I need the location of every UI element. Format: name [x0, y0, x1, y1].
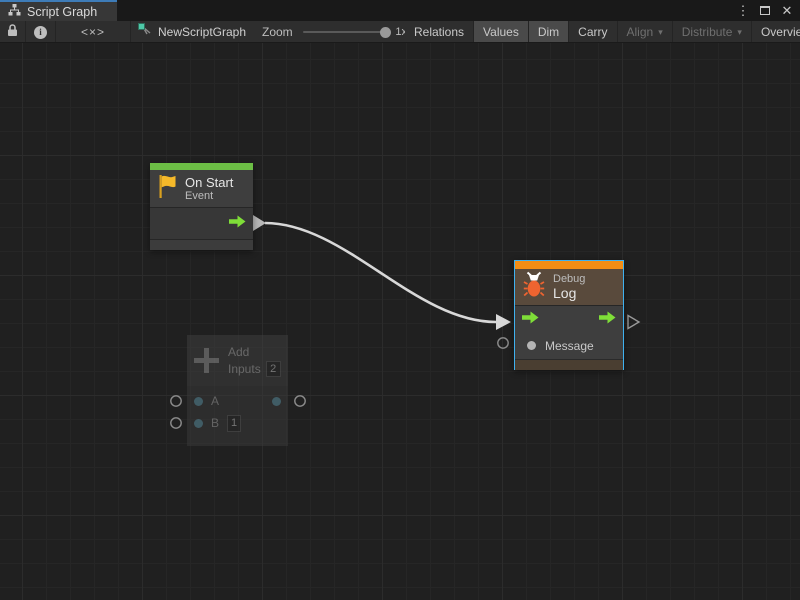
node-footer [150, 240, 253, 250]
carry-button[interactable]: Carry [569, 21, 617, 43]
node-title: On Start [185, 175, 233, 190]
node-footer [515, 359, 623, 370]
lock-icon [7, 24, 18, 40]
log-trigger-input-arrowhead [496, 314, 511, 330]
graph-hierarchy-icon [8, 3, 21, 21]
distribute-dropdown[interactable]: Distribute ▾ [673, 21, 752, 43]
zoom-slider[interactable] [303, 31, 390, 33]
sum-output-port[interactable] [272, 397, 281, 406]
input-b-label: B [211, 416, 219, 430]
info-button[interactable]: i [26, 21, 56, 43]
log-message-port-ring[interactable] [498, 338, 508, 348]
event-color-bar [150, 163, 253, 170]
kebab-menu-icon[interactable]: ⋮ [734, 2, 752, 20]
wire-layer [0, 43, 800, 600]
relations-button[interactable]: Relations [405, 21, 474, 43]
input-a-label: A [211, 394, 219, 408]
bug-icon [523, 271, 545, 303]
graph-canvas[interactable]: On Start Event [0, 43, 800, 600]
maximize-icon[interactable] [756, 2, 774, 20]
values-button[interactable]: Values [474, 21, 529, 43]
script-graph-window: Script Graph ⋮ ✕ i <×> [0, 0, 800, 600]
trigger-output-arrow-icon[interactable] [229, 215, 246, 233]
tab-bar: Script Graph ⋮ ✕ [0, 0, 800, 21]
graph-reference[interactable]: NewScriptGraph [138, 21, 246, 43]
overview-button[interactable]: Overview [752, 21, 800, 43]
add-b-port-ring[interactable] [171, 418, 181, 428]
tab-script-graph[interactable]: Script Graph [0, 0, 117, 21]
graph-toolbar: i <×> NewScriptGraph Zoom 1x Relation [0, 21, 800, 43]
code-view-button[interactable]: <×> [56, 21, 131, 43]
trigger-output-arrow-icon[interactable] [599, 311, 616, 329]
node-add[interactable]: Add Inputs 2 A B 1 [187, 335, 288, 446]
chevron-down-icon: ▾ [737, 27, 742, 38]
log-trigger-output-port[interactable] [628, 316, 639, 329]
wire-onstart-to-log[interactable] [265, 223, 496, 322]
zoom-control: Zoom 1x [262, 21, 407, 43]
inputs-count-field[interactable]: 2 [266, 361, 281, 377]
code-icon: <×> [81, 25, 105, 39]
add-a-port-ring[interactable] [171, 396, 181, 406]
align-dropdown[interactable]: Align ▾ [618, 21, 673, 43]
node-on-start[interactable]: On Start Event [150, 163, 253, 250]
message-port-label: Message [545, 339, 594, 353]
node-title: Log [553, 286, 585, 301]
onstart-trigger-output-port[interactable] [253, 215, 266, 231]
tab-title: Script Graph [27, 5, 97, 19]
plus-icon [194, 348, 219, 373]
chevron-down-icon: ▾ [658, 27, 663, 38]
zoom-label: Zoom [262, 25, 293, 39]
flag-icon [158, 174, 177, 204]
node-title: Add [228, 345, 281, 360]
node-debug-log[interactable]: Debug Log Message [514, 260, 624, 370]
lock-button[interactable] [0, 21, 26, 43]
dim-button[interactable]: Dim [529, 21, 569, 43]
input-b-port[interactable] [194, 419, 203, 428]
trigger-input-arrow-icon[interactable] [522, 311, 539, 329]
window-controls: ⋮ ✕ [734, 0, 796, 21]
debug-color-bar [515, 261, 623, 269]
info-icon: i [34, 26, 47, 39]
close-icon[interactable]: ✕ [778, 2, 796, 20]
message-input-port[interactable] [527, 341, 536, 350]
inputs-label: Inputs [228, 362, 261, 376]
script-graph-asset-icon [138, 23, 152, 41]
input-b-value-field[interactable]: 1 [227, 415, 241, 432]
add-output-port-ring[interactable] [295, 396, 305, 406]
zoom-slider-handle[interactable] [380, 27, 391, 38]
node-subtitle: Event [185, 190, 233, 203]
graph-name: NewScriptGraph [158, 25, 246, 39]
input-a-port[interactable] [194, 397, 203, 406]
